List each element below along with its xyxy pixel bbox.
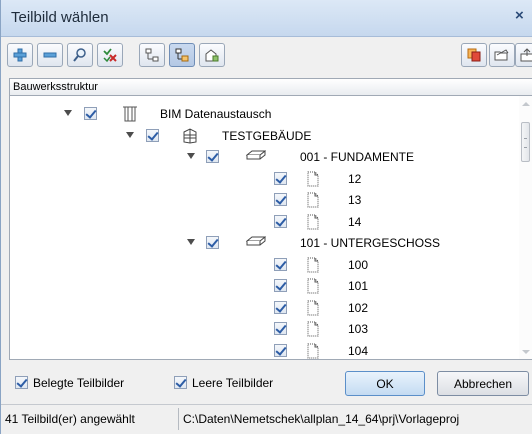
deselect-icon [102, 47, 118, 63]
row-checkbox[interactable] [274, 171, 287, 185]
tree-row[interactable]: 103 [10, 319, 520, 339]
layer-icon [245, 149, 267, 166]
status-bar: 41 Teilbild(er) angewählt C:\Daten\Nemet… [1, 404, 532, 434]
drawing-file-icon [306, 343, 320, 360]
tree-row[interactable]: 104 [10, 341, 520, 360]
expand-toggle-icon[interactable] [64, 110, 72, 116]
row-checkbox[interactable] [84, 107, 97, 120]
drawing-file-icon [306, 171, 320, 190]
row-checkbox[interactable] [274, 322, 287, 335]
tree-column-header[interactable]: Bauwerksstruktur [9, 78, 532, 96]
copy-button[interactable] [461, 43, 487, 67]
tree-row-label: 102 [348, 300, 369, 315]
row-checkbox[interactable] [274, 300, 287, 314]
tree-row[interactable]: TESTGEBÄUDE [10, 126, 520, 146]
project-path: C:\Daten\Nemetschek\allplan_14_64\prj\Vo… [183, 412, 460, 426]
drawing-file-icon [306, 300, 320, 319]
tree-row-label: 100 [348, 257, 369, 272]
tree-row-label: 101 - UNTERGESCHOSS [300, 236, 441, 250]
copy-icon [466, 47, 482, 63]
tree-row-label: 14 [348, 214, 362, 229]
title-bar: Teilbild wählen × [1, 0, 532, 37]
tree-row-label: BIM Datenaustausch [160, 107, 272, 121]
tree-row-label: 103 [348, 322, 369, 336]
expand-toggle-icon[interactable] [187, 153, 195, 159]
remove-icon [42, 47, 58, 63]
ok-button[interactable]: OK [345, 371, 425, 396]
remove-button[interactable] [37, 43, 63, 67]
window-title: Teilbild wählen [11, 9, 109, 26]
add-icon [12, 47, 28, 63]
status-divider [178, 408, 179, 430]
tree-row[interactable]: 100 [10, 255, 520, 275]
scroll-thumb[interactable] [521, 122, 530, 162]
structure-view-button[interactable] [139, 43, 165, 67]
teilbild-dialog: Teilbild wählen × Bauwerksstruktur BIM D… [0, 0, 532, 434]
expand-toggle-icon[interactable] [187, 239, 195, 245]
building-view-icon [204, 47, 220, 63]
drawing-file-icon [306, 278, 320, 297]
export-button[interactable] [515, 43, 532, 67]
drawing-file-icon [306, 321, 320, 340]
tree-row[interactable]: 101 - UNTERGESCHOSS [10, 233, 520, 253]
bim-icon [122, 106, 138, 125]
drawing-file-icon [306, 192, 320, 211]
tree-row-label: 12 [348, 171, 362, 186]
tree-row[interactable]: 12 [10, 169, 520, 189]
layer-icon [245, 235, 267, 252]
search-button[interactable] [67, 43, 93, 67]
scroll-down-icon[interactable] [522, 350, 530, 354]
tree-row[interactable]: 14 [10, 212, 520, 232]
row-checkbox[interactable] [274, 257, 287, 271]
close-icon[interactable]: × [515, 7, 524, 24]
tree-row-label: TESTGEBÄUDE [222, 128, 312, 143]
export-icon [520, 47, 532, 63]
tree-row-label: 001 - FUNDAMENTE [300, 150, 415, 164]
row-checkbox[interactable] [274, 193, 287, 206]
tree-row-label: 13 [348, 193, 362, 207]
row-checkbox[interactable] [146, 128, 159, 142]
folder-open-icon [494, 47, 510, 63]
building-icon [182, 127, 198, 147]
leere-checkbox[interactable] [174, 376, 187, 389]
toolbar [1, 36, 532, 76]
cancel-button[interactable]: Abbrechen [437, 371, 529, 396]
floor-view-icon [174, 47, 190, 63]
row-checkbox[interactable] [206, 236, 219, 249]
tree-row[interactable]: BIM Datenaustausch [10, 104, 520, 124]
drawing-file-icon [306, 257, 320, 276]
drawing-file-icon [306, 214, 320, 233]
row-checkbox[interactable] [274, 279, 287, 292]
tree-row[interactable]: 001 - FUNDAMENTE [10, 147, 520, 167]
floor-view-button[interactable] [169, 43, 195, 67]
row-checkbox[interactable] [206, 150, 219, 163]
vertical-scrollbar[interactable] [519, 96, 532, 359]
search-icon [72, 47, 88, 63]
tree-row-label: 104 [348, 343, 369, 358]
tree-row[interactable]: 101 [10, 276, 520, 296]
scroll-up-icon[interactable] [522, 102, 530, 106]
belegte-checkbox[interactable] [15, 376, 28, 389]
tree-row-label: 101 [348, 279, 369, 293]
folder-open-button[interactable] [489, 43, 515, 67]
row-checkbox[interactable] [274, 214, 287, 228]
structure-tree[interactable]: BIM Datenaustausch TESTGEBÄUDE 001 - FUNDA… [9, 96, 532, 360]
deselect-button[interactable] [97, 43, 123, 67]
row-checkbox[interactable] [274, 343, 287, 357]
belegte-label: Belegte Teilbilder [33, 376, 125, 390]
add-button[interactable] [7, 43, 33, 67]
tree-row[interactable]: 102 [10, 298, 520, 318]
leere-label: Leere Teilbilder [192, 376, 274, 390]
tree-row[interactable]: 13 [10, 190, 520, 210]
structure-view-icon [144, 47, 160, 63]
selection-count: 41 Teilbild(er) angewählt [5, 412, 135, 426]
column-header-label: Bauwerksstruktur [13, 81, 98, 93]
building-view-button[interactable] [199, 43, 225, 67]
expand-toggle-icon[interactable] [126, 131, 134, 138]
